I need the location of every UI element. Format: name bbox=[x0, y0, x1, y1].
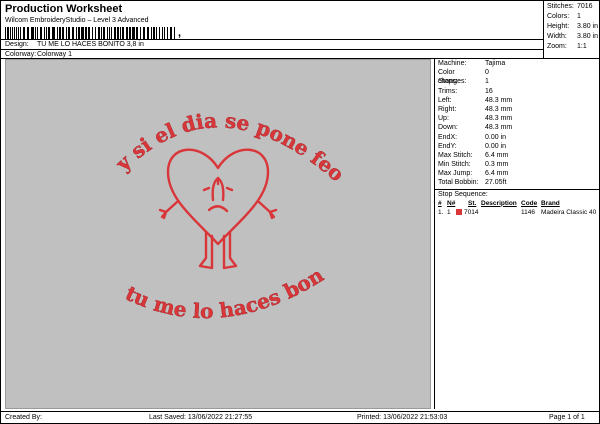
detail-down: Down: 48.3 mm bbox=[438, 124, 513, 132]
details-panel: Machine: Tajima Color changes: 0 Stops: 1 T… bbox=[434, 59, 600, 409]
page-title: Production Worksheet bbox=[5, 3, 123, 15]
detail-max-stitch: Max Stitch: 6.4 mm bbox=[438, 151, 509, 159]
heart-character bbox=[158, 148, 278, 270]
design-row: Design: TU ME LO HACES BONITO 3,8 in bbox=[1, 39, 544, 49]
detail-right: Right: 48.3 mm bbox=[438, 105, 513, 113]
worksheet-header: Production Worksheet Wilcom EmbroiderySt… bbox=[1, 1, 544, 59]
top-arc-text: y si el dia se pone feo bbox=[110, 108, 349, 186]
stat-height: Height: 3.80 in bbox=[547, 23, 599, 30]
stats-panel: Stitches: 7016 Colors: 1 Height: 3.80 in Wi… bbox=[544, 1, 600, 59]
stop-sequence-header: # N# St. Description Code Brand bbox=[438, 199, 560, 207]
colorway-row: Colorway: Colorway 1 bbox=[1, 49, 544, 59]
worksheet: Production Worksheet Wilcom EmbroiderySt… bbox=[0, 0, 600, 424]
detail-left: Left: 48.3 mm bbox=[438, 96, 513, 104]
printed-date: Printed: 13/06/2022 21:53:03 bbox=[357, 414, 448, 421]
stat-width: Width: 3.80 in bbox=[547, 33, 599, 40]
detail-max-jump: Max Jump: 6.4 mm bbox=[438, 170, 509, 178]
detail-min-stitch: Min Stitch: 0.3 mm bbox=[438, 161, 509, 169]
detail-total-bobbin: Total Bobbin: 27.05ft bbox=[438, 179, 507, 187]
colorway-value: Colorway 1 bbox=[37, 51, 73, 58]
stat-colors: Colors: 1 bbox=[547, 13, 581, 20]
barcode bbox=[5, 27, 177, 39]
detail-endx: EndX: 0.00 in bbox=[438, 133, 507, 141]
detail-machine: Machine: Tajima bbox=[438, 60, 506, 67]
stat-stitches: Stitches: 7016 bbox=[547, 3, 593, 10]
last-saved: Last Saved: 13/06/2022 21:27:55 bbox=[149, 414, 253, 421]
detail-endy: EndY: 0.00 in bbox=[438, 142, 507, 150]
barcode-suffix: , bbox=[178, 27, 182, 39]
software-name: Wilcom EmbroideryStudio – Level 3 Advanc… bbox=[5, 17, 149, 24]
stat-zoom: Zoom: 1:1 bbox=[547, 43, 587, 50]
bottom-arc-text: tu me lo haces bonito bbox=[6, 60, 328, 323]
design-preview: y si el dia se pone feo tu me lo haces b… bbox=[0, 41, 431, 409]
detail-trims: Trims: 16 bbox=[438, 87, 493, 95]
created-by: Created By: bbox=[5, 414, 42, 421]
detail-stops: Stops: 1 bbox=[438, 78, 489, 86]
stop-sequence-row: 1. 1 7014 1146 Madeira Classic 40 bbox=[438, 208, 597, 216]
detail-up: Up: 48.3 mm bbox=[438, 115, 513, 123]
stop-sequence-title: Stop Sequence: bbox=[435, 188, 600, 199]
colorway-label: Colorway: bbox=[5, 51, 37, 58]
design-value: TU ME LO HACES BONITO 3,8 in bbox=[37, 41, 144, 48]
thread-color-swatch bbox=[456, 208, 462, 215]
embroidery-design: y si el dia se pone feo tu me lo haces b… bbox=[0, 41, 349, 324]
detail-color-changes: Color changes: 0 bbox=[438, 69, 489, 86]
footer: Created By: Last Saved: 13/06/2022 21:27… bbox=[1, 411, 600, 424]
design-label: Design: bbox=[5, 41, 29, 48]
page-number: Page 1 of 1 bbox=[549, 414, 585, 421]
